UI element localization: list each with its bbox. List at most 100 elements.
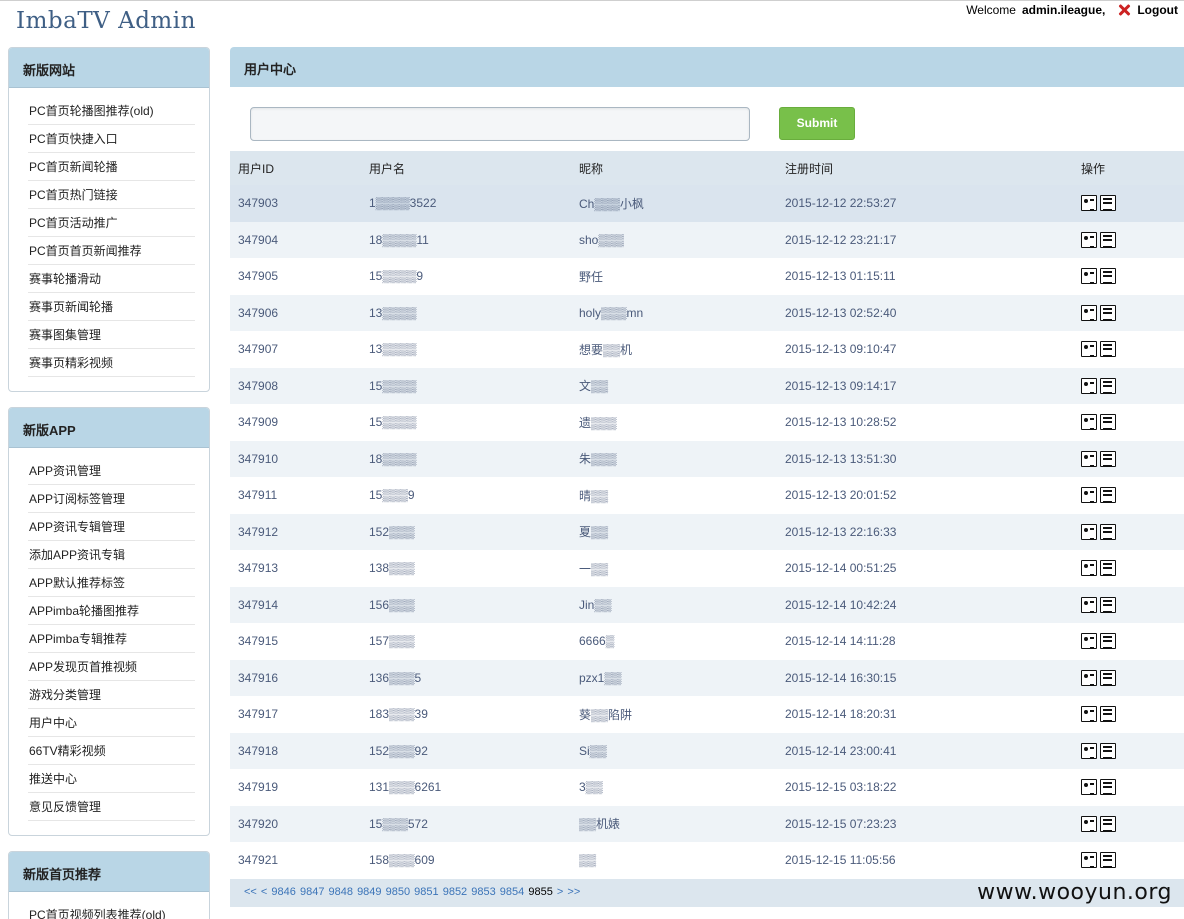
actions-cell bbox=[1073, 331, 1184, 368]
document-icon[interactable] bbox=[1100, 523, 1116, 540]
document-icon[interactable] bbox=[1100, 560, 1116, 577]
document-icon[interactable] bbox=[1100, 706, 1116, 723]
sidebar-item[interactable]: 赛事页新闻轮播 bbox=[28, 293, 195, 321]
sidebar-item[interactable]: PC首页新闻轮播 bbox=[28, 153, 195, 181]
document-icon[interactable] bbox=[1100, 341, 1116, 358]
user-card-icon[interactable] bbox=[1081, 341, 1097, 358]
row-actions bbox=[1081, 304, 1184, 321]
sidebar-panel-title[interactable]: 新版APP bbox=[9, 408, 209, 448]
document-icon[interactable] bbox=[1100, 414, 1116, 431]
user-card-icon[interactable] bbox=[1081, 487, 1097, 504]
pager-link[interactable]: 9848 bbox=[329, 886, 353, 898]
nickname-cell: sho▒▒▒ bbox=[571, 221, 777, 258]
document-icon[interactable] bbox=[1100, 487, 1116, 504]
sidebar-item[interactable]: 赛事图集管理 bbox=[28, 321, 195, 349]
sidebar-item[interactable]: PC首页轮播图推荐(old) bbox=[28, 97, 195, 125]
sidebar-item[interactable]: PC首页视频列表推荐(old) bbox=[28, 901, 195, 919]
pager-link[interactable]: 9853 bbox=[471, 886, 495, 898]
document-icon[interactable] bbox=[1100, 231, 1116, 248]
sidebar-item[interactable]: PC首页快捷入口 bbox=[28, 125, 195, 153]
pager-link[interactable]: 9850 bbox=[386, 886, 410, 898]
column-header-register-time[interactable]: 注册时间 bbox=[777, 151, 1073, 185]
document-icon[interactable] bbox=[1100, 450, 1116, 467]
column-header-nickname[interactable]: 昵称 bbox=[571, 151, 777, 185]
sidebar-item[interactable]: PC首页活动推广 bbox=[28, 209, 195, 237]
username-cell: 152▒▒▒92 bbox=[361, 732, 571, 769]
document-icon[interactable] bbox=[1100, 195, 1116, 212]
submit-button[interactable]: Submit bbox=[779, 107, 855, 140]
sidebar-item[interactable]: APP默认推荐标签 bbox=[28, 569, 195, 597]
sidebar-item[interactable]: APP资讯专辑管理 bbox=[28, 513, 195, 541]
pager-link[interactable]: > bbox=[557, 886, 563, 898]
username-cell: 18▒▒▒▒11 bbox=[361, 221, 571, 258]
sidebar-item[interactable]: 用户中心 bbox=[28, 709, 195, 737]
column-header-id[interactable]: 用户ID bbox=[230, 151, 361, 185]
sidebar-item[interactable]: 66TV精彩视频 bbox=[28, 737, 195, 765]
user-card-icon[interactable] bbox=[1081, 560, 1097, 577]
sidebar-panel-title[interactable]: 新版网站 bbox=[9, 48, 209, 88]
pager-link[interactable]: 9849 bbox=[357, 886, 381, 898]
document-icon[interactable] bbox=[1100, 742, 1116, 759]
sidebar-item[interactable]: PC首页热门链接 bbox=[28, 181, 195, 209]
sidebar-item[interactable]: 推送中心 bbox=[28, 765, 195, 793]
document-icon[interactable] bbox=[1100, 633, 1116, 650]
sidebar-panel-title[interactable]: 新版首页推荐 bbox=[9, 852, 209, 892]
document-icon[interactable] bbox=[1100, 779, 1116, 796]
user-id-cell: 347905 bbox=[230, 258, 361, 295]
sidebar-item[interactable]: 赛事轮播滑动 bbox=[28, 265, 195, 293]
user-card-icon[interactable] bbox=[1081, 268, 1097, 285]
document-icon[interactable] bbox=[1100, 815, 1116, 832]
nickname-cell: 一▒▒ bbox=[571, 550, 777, 587]
pager-link[interactable]: 9846 bbox=[271, 886, 295, 898]
sidebar-item[interactable]: 赛事页精彩视频 bbox=[28, 349, 195, 377]
pager-link[interactable]: 9851 bbox=[414, 886, 438, 898]
pager-link[interactable]: << bbox=[244, 886, 257, 898]
sidebar-item[interactable]: APPimba专辑推荐 bbox=[28, 625, 195, 653]
sidebar-item[interactable]: 游戏分类管理 bbox=[28, 681, 195, 709]
nickname-cell: 葵▒▒陷阱 bbox=[571, 696, 777, 733]
row-actions bbox=[1081, 669, 1184, 686]
search-input[interactable] bbox=[250, 107, 750, 141]
user-card-icon[interactable] bbox=[1081, 414, 1097, 431]
document-icon[interactable] bbox=[1100, 852, 1116, 869]
pager-link[interactable]: >> bbox=[567, 886, 580, 898]
document-icon[interactable] bbox=[1100, 268, 1116, 285]
username-cell: 138▒▒▒ bbox=[361, 550, 571, 587]
register-time-cell: 2015-12-14 14:11:28 bbox=[777, 623, 1073, 660]
pager-link[interactable]: 9854 bbox=[500, 886, 524, 898]
pager-current-page: 9855 bbox=[528, 885, 553, 898]
pager-link[interactable]: 9852 bbox=[443, 886, 467, 898]
user-card-icon[interactable] bbox=[1081, 377, 1097, 394]
sidebar-item[interactable]: PC首页首页新闻推荐 bbox=[28, 237, 195, 265]
document-icon[interactable] bbox=[1100, 596, 1116, 613]
user-card-icon[interactable] bbox=[1081, 596, 1097, 613]
user-card-icon[interactable] bbox=[1081, 852, 1097, 869]
close-icon[interactable] bbox=[1117, 3, 1131, 17]
logout-link[interactable]: Logout bbox=[1137, 3, 1178, 17]
user-card-icon[interactable] bbox=[1081, 450, 1097, 467]
user-card-icon[interactable] bbox=[1081, 706, 1097, 723]
document-icon[interactable] bbox=[1100, 304, 1116, 321]
user-card-icon[interactable] bbox=[1081, 669, 1097, 686]
sidebar-item[interactable]: APP资讯管理 bbox=[28, 457, 195, 485]
sidebar-item[interactable]: APP订阅标签管理 bbox=[28, 485, 195, 513]
document-icon[interactable] bbox=[1100, 377, 1116, 394]
user-card-icon[interactable] bbox=[1081, 231, 1097, 248]
sidebar-item[interactable]: APP发现页首推视频 bbox=[28, 653, 195, 681]
user-card-icon[interactable] bbox=[1081, 815, 1097, 832]
user-card-icon[interactable] bbox=[1081, 633, 1097, 650]
column-header-username[interactable]: 用户名 bbox=[361, 151, 571, 185]
user-card-icon[interactable] bbox=[1081, 523, 1097, 540]
user-card-icon[interactable] bbox=[1081, 195, 1097, 212]
sidebar-item[interactable]: APPimba轮播图推荐 bbox=[28, 597, 195, 625]
user-card-icon[interactable] bbox=[1081, 304, 1097, 321]
table-row: 347906 13▒▒▒▒ holy▒▒▒mn 2015-12-13 02:52:40 bbox=[230, 294, 1184, 331]
pager-link[interactable]: 9847 bbox=[300, 886, 324, 898]
document-icon[interactable] bbox=[1100, 669, 1116, 686]
sidebar-item[interactable]: 意见反馈管理 bbox=[28, 793, 195, 821]
user-card-icon[interactable] bbox=[1081, 779, 1097, 796]
pager-link[interactable]: < bbox=[261, 886, 267, 898]
actions-cell bbox=[1073, 367, 1184, 404]
user-card-icon[interactable] bbox=[1081, 742, 1097, 759]
sidebar-item[interactable]: 添加APP资讯专辑 bbox=[28, 541, 195, 569]
